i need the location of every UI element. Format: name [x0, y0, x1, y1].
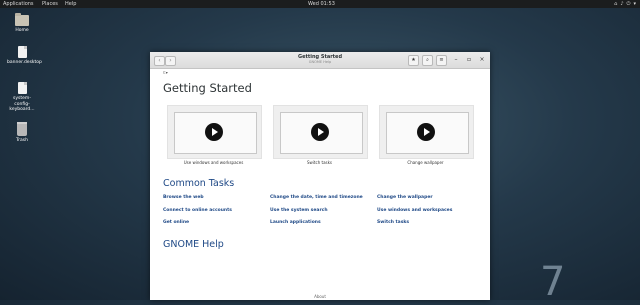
- common-tasks-heading: Common Tasks: [163, 178, 235, 189]
- task-link[interactable]: Launch applications: [270, 220, 321, 225]
- wallpaper-mark: 7: [540, 259, 566, 305]
- page-title: Getting Started: [163, 81, 252, 95]
- volume-icon: ♪: [620, 1, 624, 7]
- file-icon: [17, 46, 27, 58]
- desktop-icon-label: Trash: [16, 138, 28, 143]
- power-icon: ⏻: [626, 1, 631, 7]
- task-link[interactable]: Browse the web: [163, 195, 204, 200]
- applications-menu[interactable]: Applications: [3, 0, 34, 8]
- video-switch-tasks[interactable]: [273, 105, 368, 159]
- task-link[interactable]: Use the system search: [270, 208, 328, 213]
- play-icon: [417, 123, 435, 141]
- maximize-icon: ▫: [466, 56, 472, 63]
- video-caption: Switch tasks: [307, 160, 332, 165]
- task-link[interactable]: Change the wallpaper: [377, 195, 433, 200]
- places-menu[interactable]: Places: [42, 0, 58, 8]
- search-button[interactable]: ⌕: [422, 55, 433, 66]
- desktop-icon-keyboard[interactable]: system-config-keyboard...: [7, 82, 37, 113]
- video-caption: Change wallpaper: [407, 160, 444, 165]
- system-tray[interactable]: ⌂ ♪ ⏻ ▾: [614, 0, 636, 8]
- task-link[interactable]: Connect to online accounts: [163, 208, 232, 213]
- desktop-icon-label: banner.desktop: [7, 60, 42, 65]
- video-windows-workspaces[interactable]: [167, 105, 262, 159]
- task-link[interactable]: Change the date, time and timezone: [270, 195, 363, 200]
- menu-button[interactable]: ≡: [436, 55, 447, 66]
- desktop-icon-trash[interactable]: Trash: [7, 122, 37, 144]
- search-icon: ⌕: [426, 57, 429, 63]
- help-menu[interactable]: Help: [65, 0, 76, 8]
- folder-icon: [15, 13, 29, 26]
- title-bar: ‹ › Getting Started GNOME Help ★ ⌕ ≡ – ▫…: [150, 52, 490, 69]
- gnome-help-heading[interactable]: GNOME Help: [163, 239, 224, 250]
- trash-icon: [17, 122, 27, 136]
- network-icon: ⌂: [614, 1, 618, 7]
- close-button[interactable]: ×: [478, 56, 486, 64]
- task-link[interactable]: Get online: [163, 220, 189, 225]
- minimize-button[interactable]: –: [452, 56, 460, 64]
- about-link[interactable]: About: [150, 294, 490, 299]
- file-icon: [17, 82, 27, 94]
- video-change-wallpaper[interactable]: [379, 105, 474, 159]
- maximize-button[interactable]: ▫: [465, 56, 473, 64]
- desktop-icon-banner[interactable]: banner.desktop: [7, 46, 42, 66]
- play-icon: [311, 123, 329, 141]
- desktop-icon-label: Home: [15, 28, 29, 33]
- hamburger-icon: ≡: [439, 57, 444, 63]
- help-window: ‹ › Getting Started GNOME Help ★ ⌕ ≡ – ▫…: [150, 52, 490, 300]
- bookmark-button[interactable]: ★: [408, 55, 419, 66]
- language-selector[interactable]: ℂ▾: [163, 70, 168, 75]
- desktop-icon-label: system-config-keyboard...: [9, 96, 35, 112]
- task-link[interactable]: Use windows and workspaces: [377, 208, 452, 213]
- chevron-down-icon: ▾: [633, 1, 636, 7]
- top-panel: Applications Places Help Wed 01:53 ⌂ ♪ ⏻…: [0, 0, 640, 8]
- star-icon: ★: [411, 57, 416, 63]
- task-link[interactable]: Switch tasks: [377, 220, 409, 225]
- close-icon: ×: [479, 56, 485, 63]
- language-icon: ℂ▾: [163, 70, 168, 75]
- desktop-icon-home[interactable]: Home: [7, 13, 37, 34]
- play-icon: [205, 123, 223, 141]
- video-caption: Use windows and workspaces: [183, 160, 244, 165]
- minimize-icon: –: [454, 56, 458, 63]
- clock[interactable]: Wed 01:53: [308, 0, 335, 8]
